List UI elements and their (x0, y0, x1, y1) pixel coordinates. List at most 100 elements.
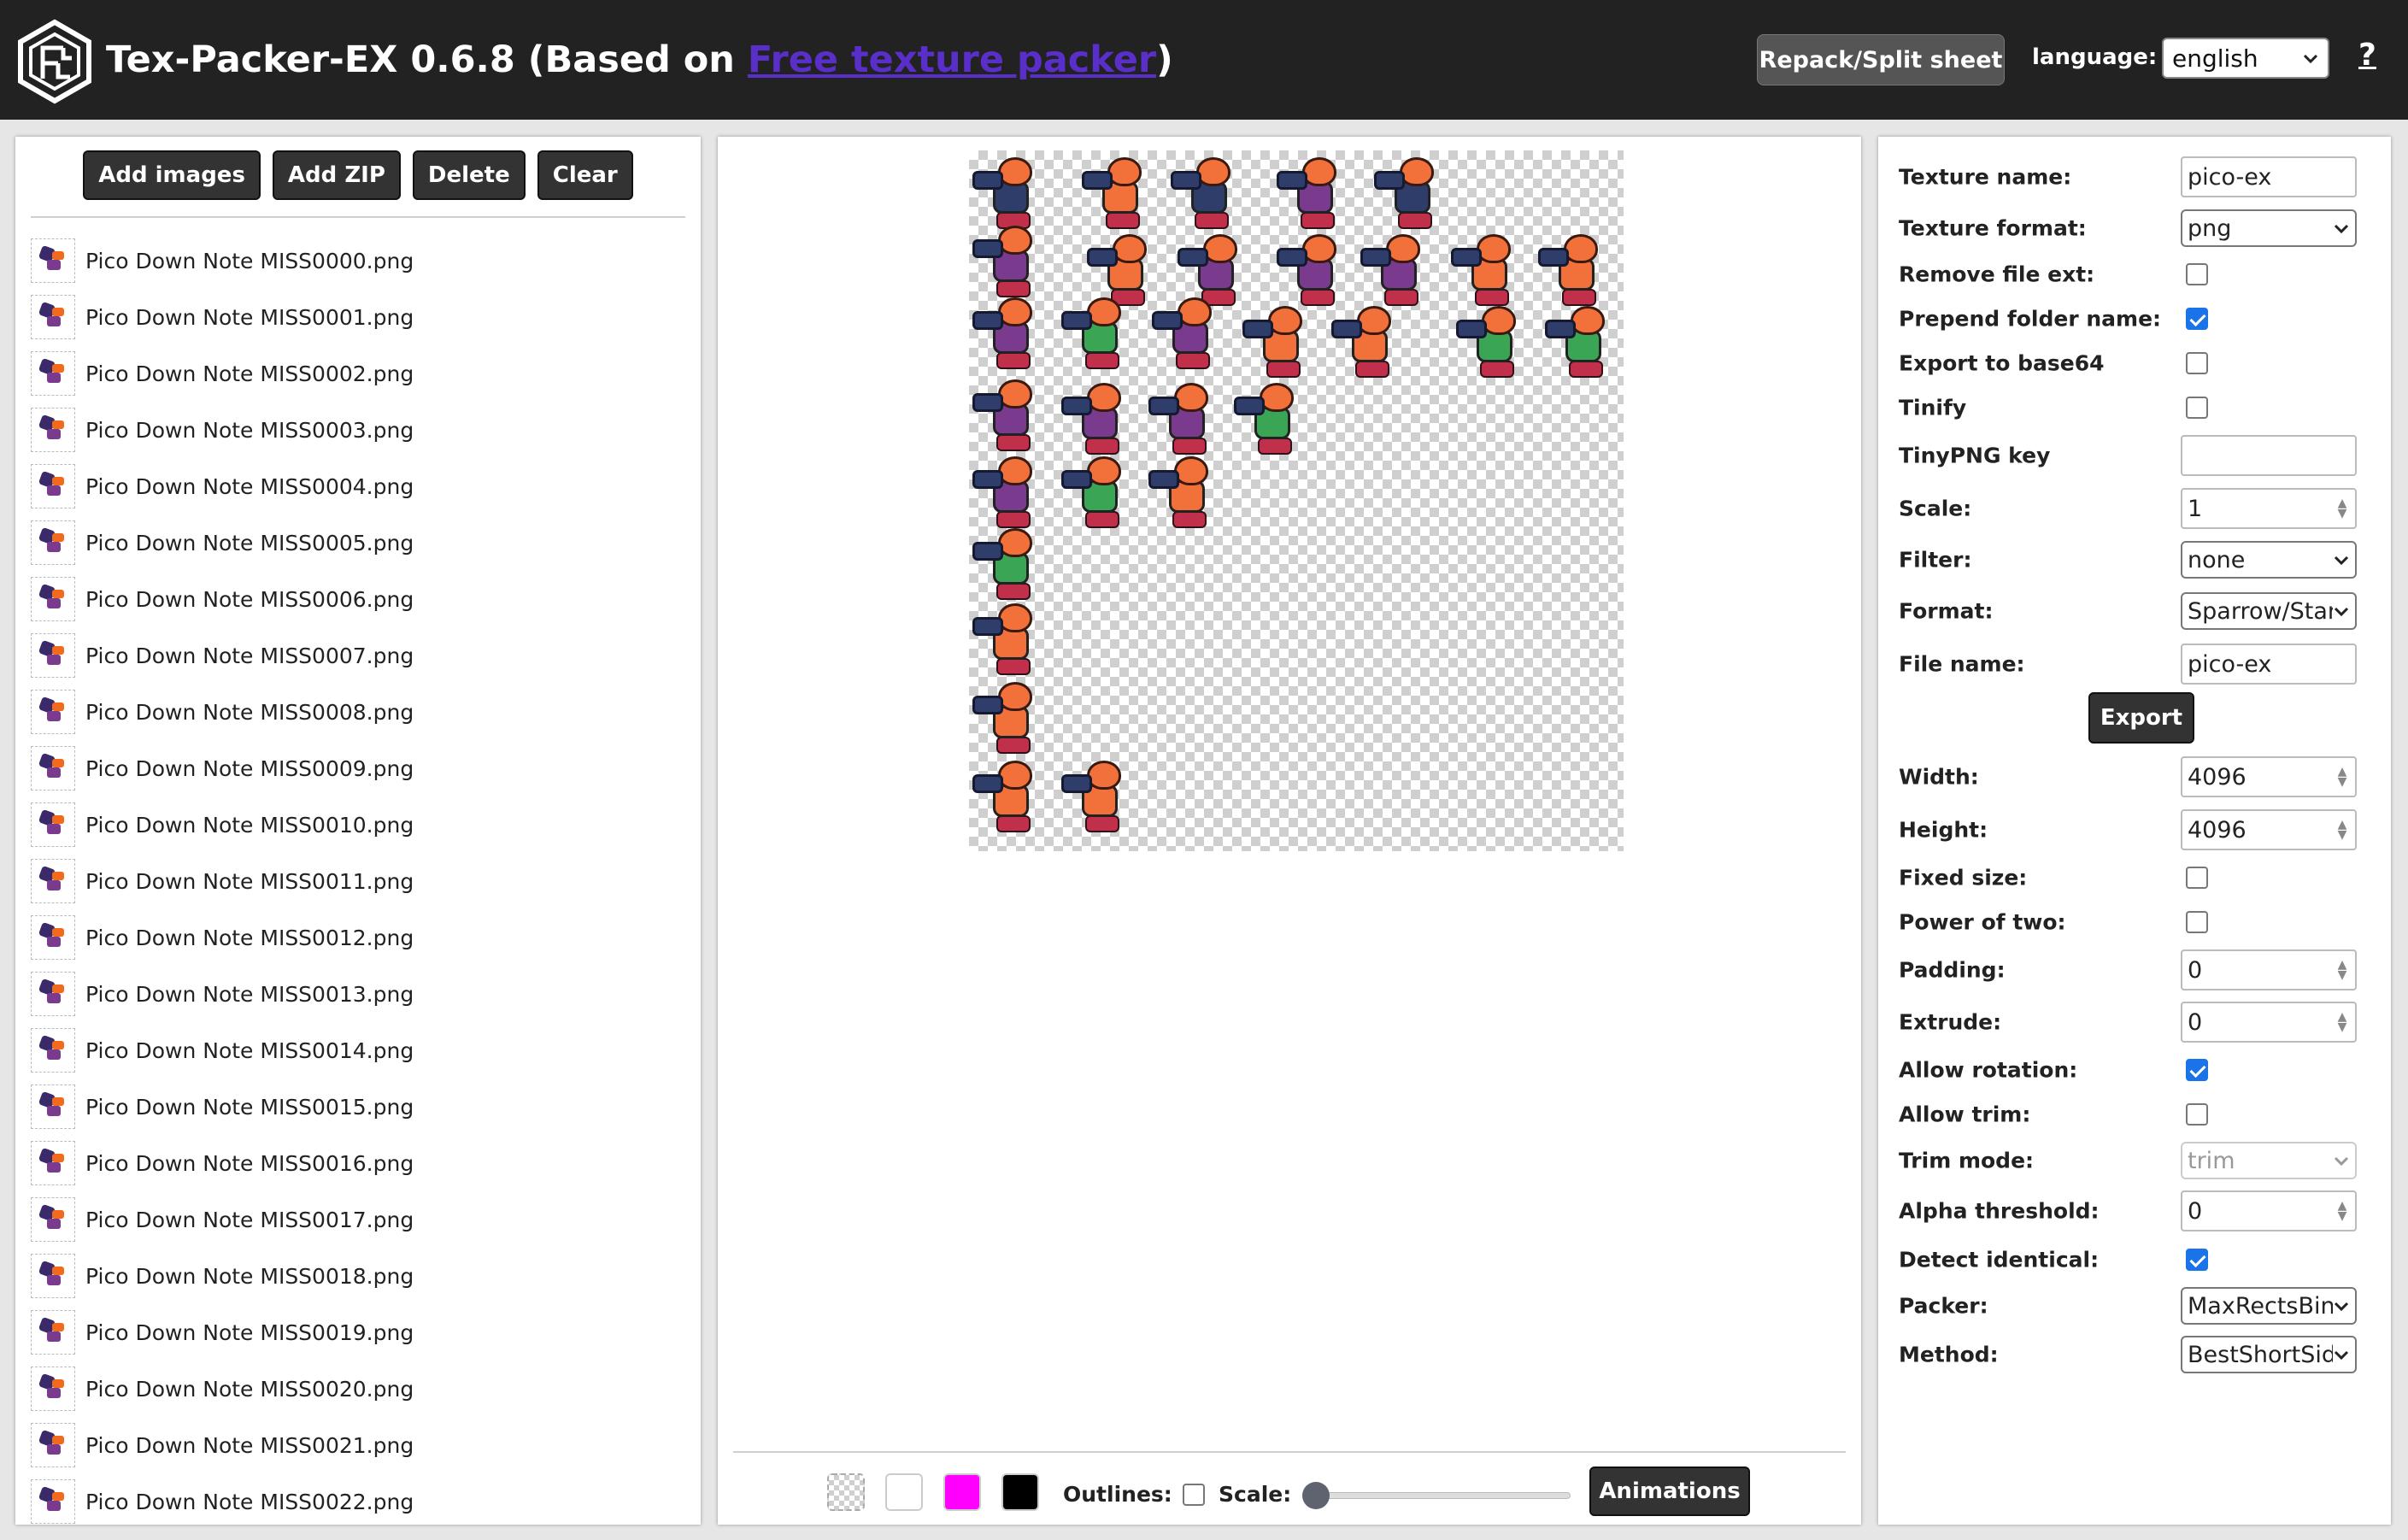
export-base64-checkbox[interactable] (2186, 352, 2208, 374)
padding-input[interactable]: 0 ▲ ▼ (2181, 949, 2357, 990)
sprite-frame[interactable] (1371, 150, 1453, 232)
sprite-frame[interactable] (1145, 376, 1227, 458)
tinify-checkbox[interactable] (2186, 397, 2208, 419)
sprite-frame[interactable] (1148, 291, 1230, 373)
sprite-frame[interactable] (1058, 291, 1140, 373)
sprite-frame[interactable] (1453, 299, 1535, 381)
list-item[interactable]: Pico Down Note MISS0002.png (31, 345, 692, 402)
scale-input[interactable]: 1 ▲ ▼ (2181, 488, 2357, 529)
sprite-frame[interactable] (1058, 376, 1140, 458)
sprite-frame[interactable] (969, 675, 1051, 757)
list-item[interactable]: Pico Down Note MISS0012.png (31, 909, 692, 966)
list-item[interactable]: Pico Down Note MISS0001.png (31, 289, 692, 345)
prepend-folder-checkbox[interactable] (2186, 308, 2208, 330)
list-item[interactable]: Pico Down Note MISS0010.png (31, 796, 692, 853)
list-item[interactable]: Pico Down Note MISS0011.png (31, 853, 692, 909)
sprite-frame[interactable] (1357, 227, 1439, 309)
remove-file-ext-checkbox[interactable] (2186, 263, 2208, 285)
sprite-frame[interactable] (969, 521, 1051, 603)
allow-rotation-checkbox[interactable] (2186, 1059, 2208, 1081)
sprite-frame[interactable] (1167, 150, 1249, 232)
list-item[interactable]: Pico Down Note MISS0009.png (31, 740, 692, 796)
sprite-frame[interactable] (1273, 227, 1355, 309)
scale-slider-track[interactable] (1314, 1492, 1571, 1499)
atlas-preview-canvas[interactable] (969, 150, 1624, 851)
sprite-frame[interactable] (969, 450, 1051, 532)
language-select[interactable]: english (2162, 38, 2329, 79)
list-item[interactable]: Pico Down Note MISS0013.png (31, 966, 692, 1022)
list-item[interactable]: Pico Down Note MISS0022.png (31, 1473, 692, 1525)
bg-magenta-swatch[interactable] (943, 1473, 981, 1511)
clear-button[interactable]: Clear (537, 150, 633, 200)
list-item[interactable]: Pico Down Note MISS0016.png (31, 1135, 692, 1191)
list-item[interactable]: Pico Down Note MISS0019.png (31, 1304, 692, 1361)
sprite-frame[interactable] (1535, 227, 1617, 309)
sprite-frame[interactable] (1542, 299, 1624, 381)
alpha-threshold-input[interactable]: 0 ▲ ▼ (2181, 1190, 2357, 1231)
sprite-frame[interactable] (1239, 299, 1321, 381)
list-item[interactable]: Pico Down Note MISS0014.png (31, 1022, 692, 1079)
list-item[interactable]: Pico Down Note MISS0017.png (31, 1191, 692, 1248)
width-input[interactable]: 4096 ▲ ▼ (2181, 756, 2357, 797)
extrude-input[interactable]: 0 ▲ ▼ (2181, 1002, 2357, 1043)
list-item[interactable]: Pico Down Note MISS0006.png (31, 571, 692, 627)
sprite-frame[interactable] (969, 754, 1051, 836)
help-link[interactable]: ? (2358, 38, 2376, 73)
sprite-frame[interactable] (1145, 450, 1227, 532)
texture-name-input[interactable]: pico-ex (2181, 156, 2357, 197)
spinner-icon[interactable]: ▲ ▼ (2335, 497, 2350, 520)
fixed-size-checkbox[interactable] (2186, 867, 2208, 889)
list-item[interactable]: Pico Down Note MISS0004.png (31, 458, 692, 514)
sprite-frame[interactable] (1058, 754, 1140, 836)
packer-select[interactable]: MaxRectsBin (2181, 1287, 2357, 1325)
repack-split-sheet-button[interactable]: Repack/Split sheet (1757, 34, 2005, 85)
file-name-input[interactable]: pico-ex (2181, 644, 2357, 685)
bg-black-swatch[interactable] (1001, 1473, 1039, 1511)
free-texture-packer-link[interactable]: Free texture packer (748, 38, 1156, 81)
trim-mode-select[interactable]: trim (2181, 1142, 2357, 1179)
sprite-frame[interactable] (969, 219, 1051, 301)
list-item[interactable]: Pico Down Note MISS0020.png (31, 1361, 692, 1417)
spinner-icon[interactable]: ▲ ▼ (2335, 959, 2350, 981)
power-of-two-checkbox[interactable] (2186, 911, 2208, 933)
list-item[interactable]: Pico Down Note MISS0021.png (31, 1417, 692, 1473)
allow-trim-checkbox[interactable] (2186, 1103, 2208, 1126)
list-item[interactable]: Pico Down Note MISS0018.png (31, 1248, 692, 1304)
spinner-icon[interactable]: ▲ ▼ (2335, 1200, 2350, 1222)
sprite-frame[interactable] (1230, 376, 1313, 458)
sprite-frame[interactable] (969, 373, 1051, 455)
spinner-icon[interactable]: ▲ ▼ (2335, 819, 2350, 841)
spinner-icon[interactable]: ▲ ▼ (2335, 766, 2350, 788)
animations-button[interactable]: Animations (1589, 1467, 1750, 1516)
sprite-frame[interactable] (1328, 299, 1410, 381)
bg-transparent-swatch[interactable] (827, 1473, 865, 1511)
filter-select[interactable]: none (2181, 541, 2357, 579)
format-select[interactable]: Sparrow/Starling (2181, 592, 2357, 630)
list-item[interactable]: Pico Down Note MISS0007.png (31, 627, 692, 684)
scale-slider-thumb[interactable] (1302, 1482, 1330, 1509)
spinner-icon[interactable]: ▲ ▼ (2335, 1011, 2350, 1033)
export-button[interactable]: Export (2088, 692, 2194, 744)
sprite-frame[interactable] (969, 597, 1051, 679)
add-images-button[interactable]: Add images (83, 150, 261, 200)
sprite-frame[interactable] (1078, 150, 1160, 232)
method-select[interactable]: BestShortSideFit (2181, 1336, 2357, 1373)
texture-format-select[interactable]: png (2181, 209, 2357, 247)
height-input[interactable]: 4096 ▲ ▼ (2181, 809, 2357, 850)
list-item[interactable]: Pico Down Note MISS0003.png (31, 402, 692, 458)
list-item[interactable]: Pico Down Note MISS0005.png (31, 514, 692, 571)
list-item[interactable]: Pico Down Note MISS0015.png (31, 1079, 692, 1135)
sprite-frame[interactable] (969, 291, 1051, 373)
sprite-frame[interactable] (1058, 450, 1140, 532)
list-item[interactable]: Pico Down Note MISS0008.png (31, 684, 692, 740)
delete-button[interactable]: Delete (412, 150, 526, 200)
detect-identical-checkbox[interactable] (2186, 1249, 2208, 1271)
list-item[interactable]: Pico Down Note MISS0000.png (31, 232, 692, 289)
outlines-checkbox[interactable] (1183, 1484, 1205, 1506)
sprite-gun (972, 239, 1003, 258)
sprite-frame[interactable] (1448, 227, 1530, 309)
add-zip-button[interactable]: Add ZIP (272, 150, 401, 200)
bg-white-swatch[interactable] (885, 1473, 923, 1511)
tinypng-key-input[interactable] (2181, 435, 2357, 476)
sprite-frame[interactable] (1273, 150, 1355, 232)
